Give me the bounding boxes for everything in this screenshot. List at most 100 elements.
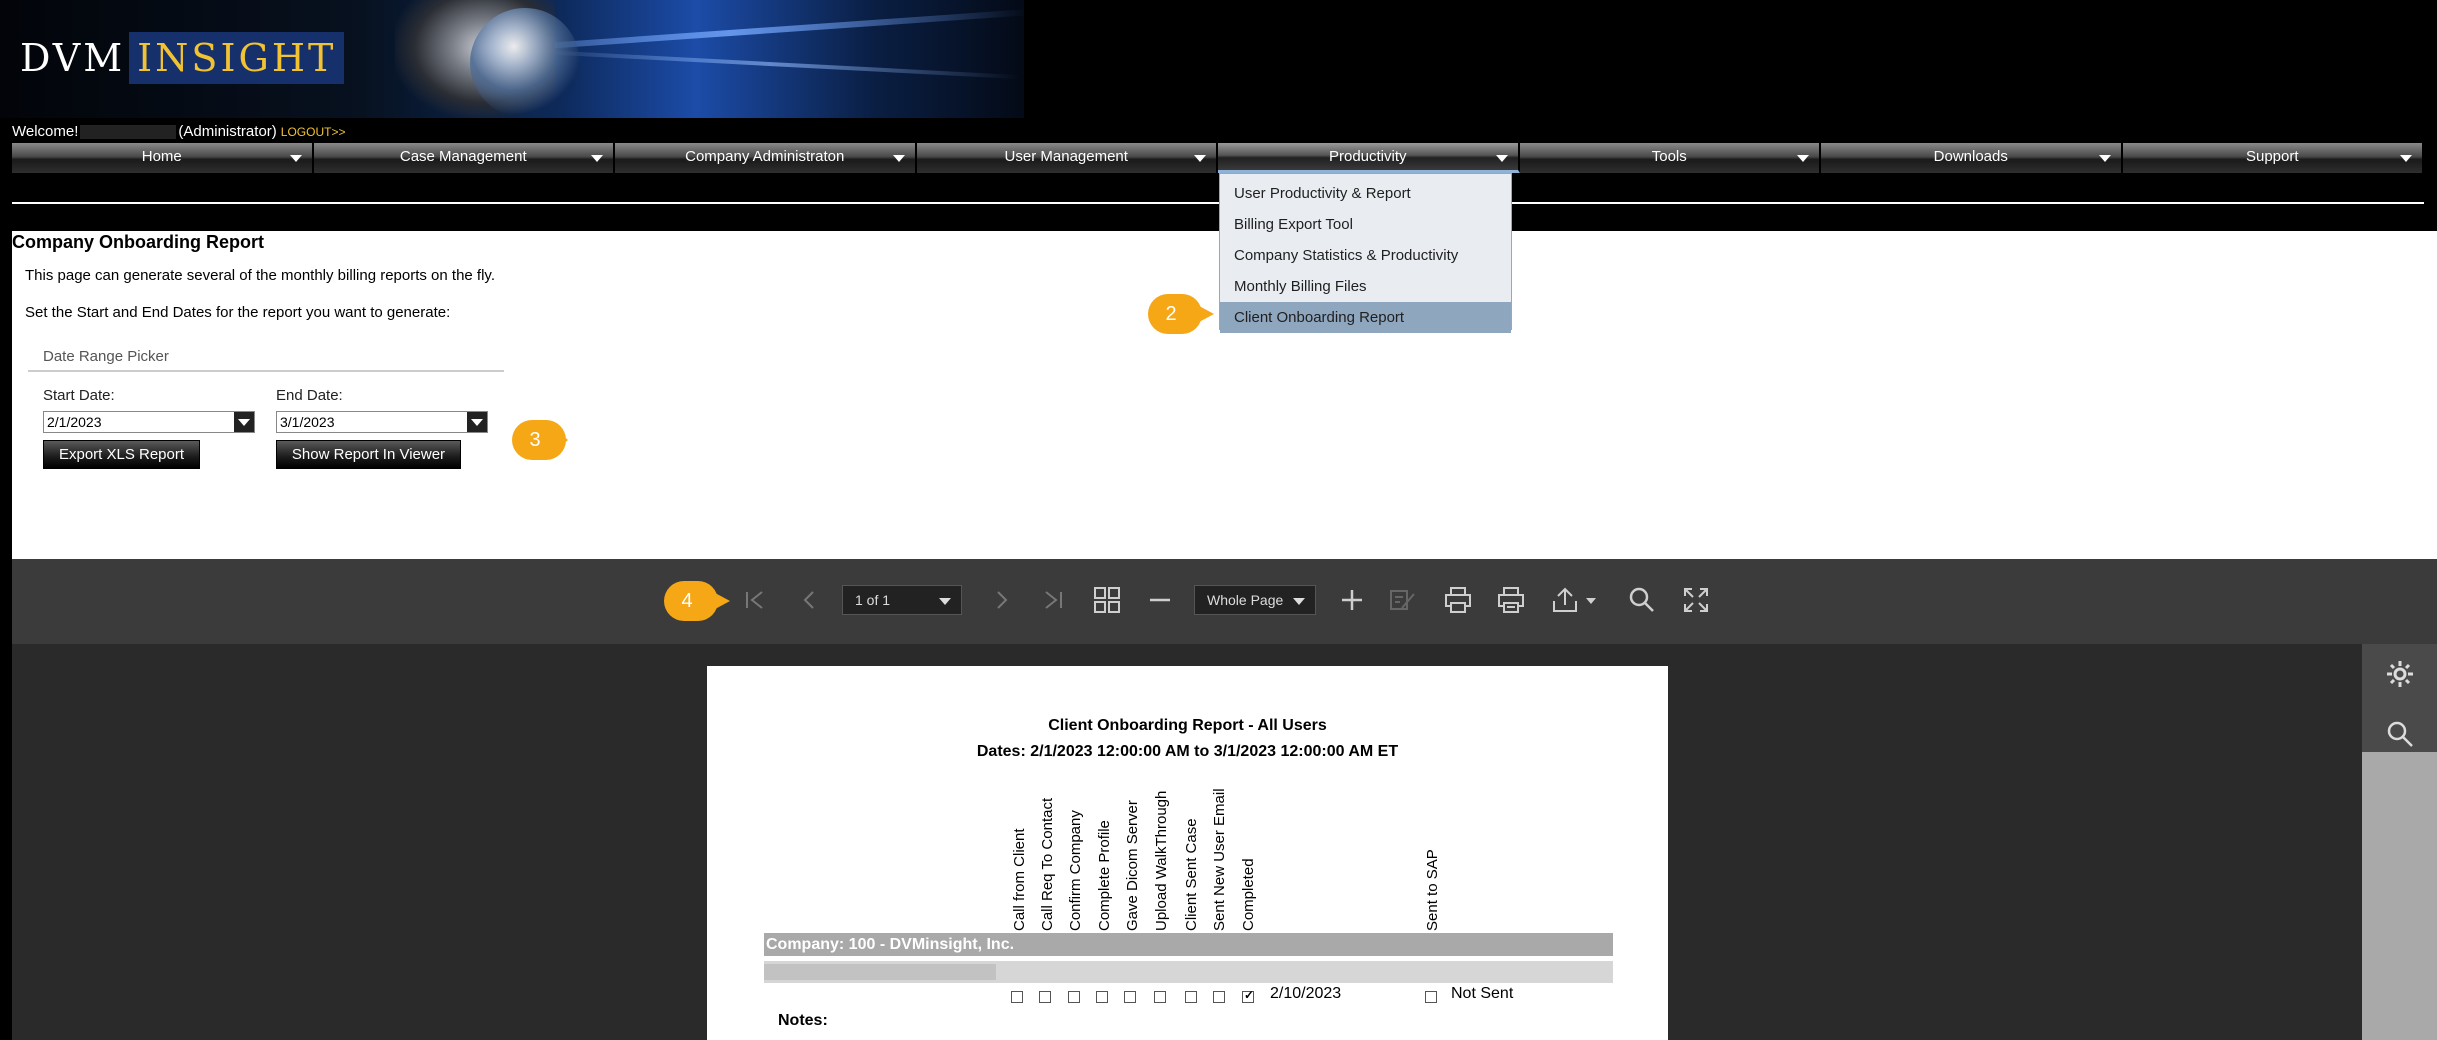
instruction-text: Set the Start and End Dates for the repo… (25, 304, 451, 321)
multipage-icon[interactable] (1092, 585, 1122, 615)
nav-label: Tools (1651, 148, 1687, 165)
export-xls-button[interactable]: Export XLS Report (43, 440, 200, 469)
chevron-down-icon (1194, 155, 1206, 162)
show-report-button[interactable]: Show Report In Viewer (276, 440, 461, 469)
zoom-out-icon[interactable] (1146, 586, 1174, 614)
end-date-value: 3/1/2023 (280, 414, 335, 430)
calendar-dropdown-icon[interactable] (467, 412, 487, 432)
completed-date: 2/10/2023 (1270, 985, 1342, 1002)
end-date-label: End Date: (276, 387, 343, 404)
check-gave-dicom-server (1124, 991, 1136, 1003)
column-header-gave-dicom-server: Gave Dicom Server (1124, 800, 1141, 931)
notes-label: Notes: (778, 1012, 828, 1029)
step-callout-2: 2 (1148, 294, 1214, 334)
first-page-icon[interactable] (740, 586, 770, 614)
prev-page-icon[interactable] (795, 586, 825, 614)
nav-label: Home (141, 148, 182, 165)
search-icon[interactable] (2385, 719, 2415, 749)
check-call-req-to-contact (1039, 991, 1051, 1003)
company-user-row (764, 961, 1613, 983)
report-title: Client Onboarding Report - All Users (1048, 717, 1327, 734)
chevron-down-icon (2400, 155, 2412, 162)
next-page-icon[interactable] (986, 586, 1016, 614)
chevron-down-icon (1495, 155, 1508, 162)
date-range-picker-legend: Date Range Picker (43, 348, 169, 365)
nav-case-management[interactable]: Case Management (313, 143, 615, 173)
end-date-input[interactable]: 3/1/2023 (276, 411, 488, 433)
main-nav: Home Case Management Company Administrat… (12, 143, 2424, 173)
chevron-down-icon (892, 155, 905, 162)
nav-downloads[interactable]: Downloads (1821, 143, 2123, 173)
nav-label: User Management (1004, 148, 1128, 165)
check-sent-new-user-email (1213, 991, 1225, 1003)
nav-label: Case Management (399, 148, 527, 165)
column-header-completed: Completed (1240, 858, 1257, 931)
chevron-down-icon (2098, 155, 2111, 162)
check-client-sent-case (1185, 991, 1197, 1003)
sap-status: Not Sent (1451, 985, 1514, 1002)
dvm-insight-logo: DVM INSIGHT (14, 32, 345, 84)
menu-item-client-onboarding[interactable]: Client Onboarding Report (1220, 302, 1511, 333)
menu-item-monthly-billing[interactable]: Monthly Billing Files (1220, 271, 1511, 302)
callout-number: 3 (529, 429, 541, 451)
zoom-selector[interactable]: Whole Page (1194, 585, 1316, 615)
menu-item-billing-export[interactable]: Billing Export Tool (1220, 209, 1511, 240)
menu-item-company-statistics[interactable]: Company Statistics & Productivity (1220, 240, 1511, 271)
export-icon[interactable] (1550, 585, 1602, 615)
check-call-from-client (1011, 991, 1023, 1003)
report-date-range: Dates: 2/1/2023 12:00:00 AM to 3/1/2023 … (976, 743, 1399, 760)
calendar-dropdown-icon[interactable] (234, 412, 254, 432)
check-complete-profile (1096, 991, 1108, 1003)
column-header-upload-walkthrough: Upload WalkThrough (1153, 790, 1170, 931)
redacted-user-name (764, 964, 996, 980)
nav-company-administration[interactable]: Company Administraton (615, 143, 917, 173)
print-icon[interactable] (1443, 585, 1473, 615)
welcome-line: Welcome! (Administrator) LOGOUT>> (12, 123, 345, 140)
column-header-sent-new-user-email: Sent New User Email (1211, 788, 1228, 931)
check-sent-to-sap (1425, 991, 1437, 1003)
search-icon[interactable] (1628, 586, 1656, 614)
nav-label: Company Administraton (685, 148, 845, 165)
logout-link[interactable]: LOGOUT>> (281, 125, 346, 139)
productivity-dropdown-menu: User Productivity & Report Billing Expor… (1219, 173, 1512, 333)
redacted-username (80, 125, 177, 140)
zoom-in-icon[interactable] (1338, 586, 1366, 614)
nav-label: Downloads (1933, 148, 2008, 165)
column-header-client-sent-case: Client Sent Case (1183, 818, 1200, 931)
column-header-sent-to-sap: Sent to SAP (1424, 849, 1441, 931)
welcome-text: Welcome! (12, 123, 79, 140)
step-callout-3: 3 (512, 420, 568, 460)
check-confirm-company (1068, 991, 1080, 1003)
start-date-input[interactable]: 2/1/2023 (43, 411, 255, 433)
gear-icon[interactable] (2385, 659, 2415, 689)
column-header-confirm-company: Confirm Company (1067, 810, 1084, 931)
start-date-label: Start Date: (43, 387, 115, 404)
nav-tools[interactable]: Tools (1519, 143, 1821, 173)
divider (28, 370, 504, 372)
nav-home[interactable]: Home (12, 143, 314, 173)
page-title: Company Onboarding Report (12, 232, 264, 252)
nav-label: Productivity (1328, 148, 1407, 165)
start-date-value: 2/1/2023 (47, 414, 102, 430)
user-role: (Administrator) (178, 123, 277, 140)
nav-productivity[interactable]: Productivity (1218, 143, 1520, 173)
fullscreen-icon[interactable] (1682, 586, 1710, 614)
edit-icon[interactable] (1388, 586, 1418, 614)
chevron-down-icon (289, 155, 302, 162)
nav-user-management[interactable]: User Management (916, 143, 1218, 173)
header-banner: DVM INSIGHT (0, 0, 1024, 118)
logo-text-insight: INSIGHT (129, 32, 345, 84)
page-selector[interactable]: 1 of 1 (842, 585, 962, 615)
print-page-icon[interactable] (1496, 585, 1526, 615)
check-upload-walkthrough (1154, 991, 1166, 1003)
chevron-down-icon (1797, 155, 1809, 162)
column-header-call-req-to-contact: Call Req To Contact (1039, 797, 1056, 931)
nav-support[interactable]: Support (2122, 143, 2424, 173)
divider (12, 202, 2424, 204)
menu-item-user-productivity[interactable]: User Productivity & Report (1220, 178, 1511, 209)
callout-number: 2 (1165, 303, 1177, 325)
page-indicator: 1 of 1 (855, 592, 891, 608)
last-page-icon[interactable] (1038, 586, 1068, 614)
chevron-down-icon (939, 598, 951, 605)
column-header-complete-profile: Complete Profile (1096, 820, 1113, 931)
